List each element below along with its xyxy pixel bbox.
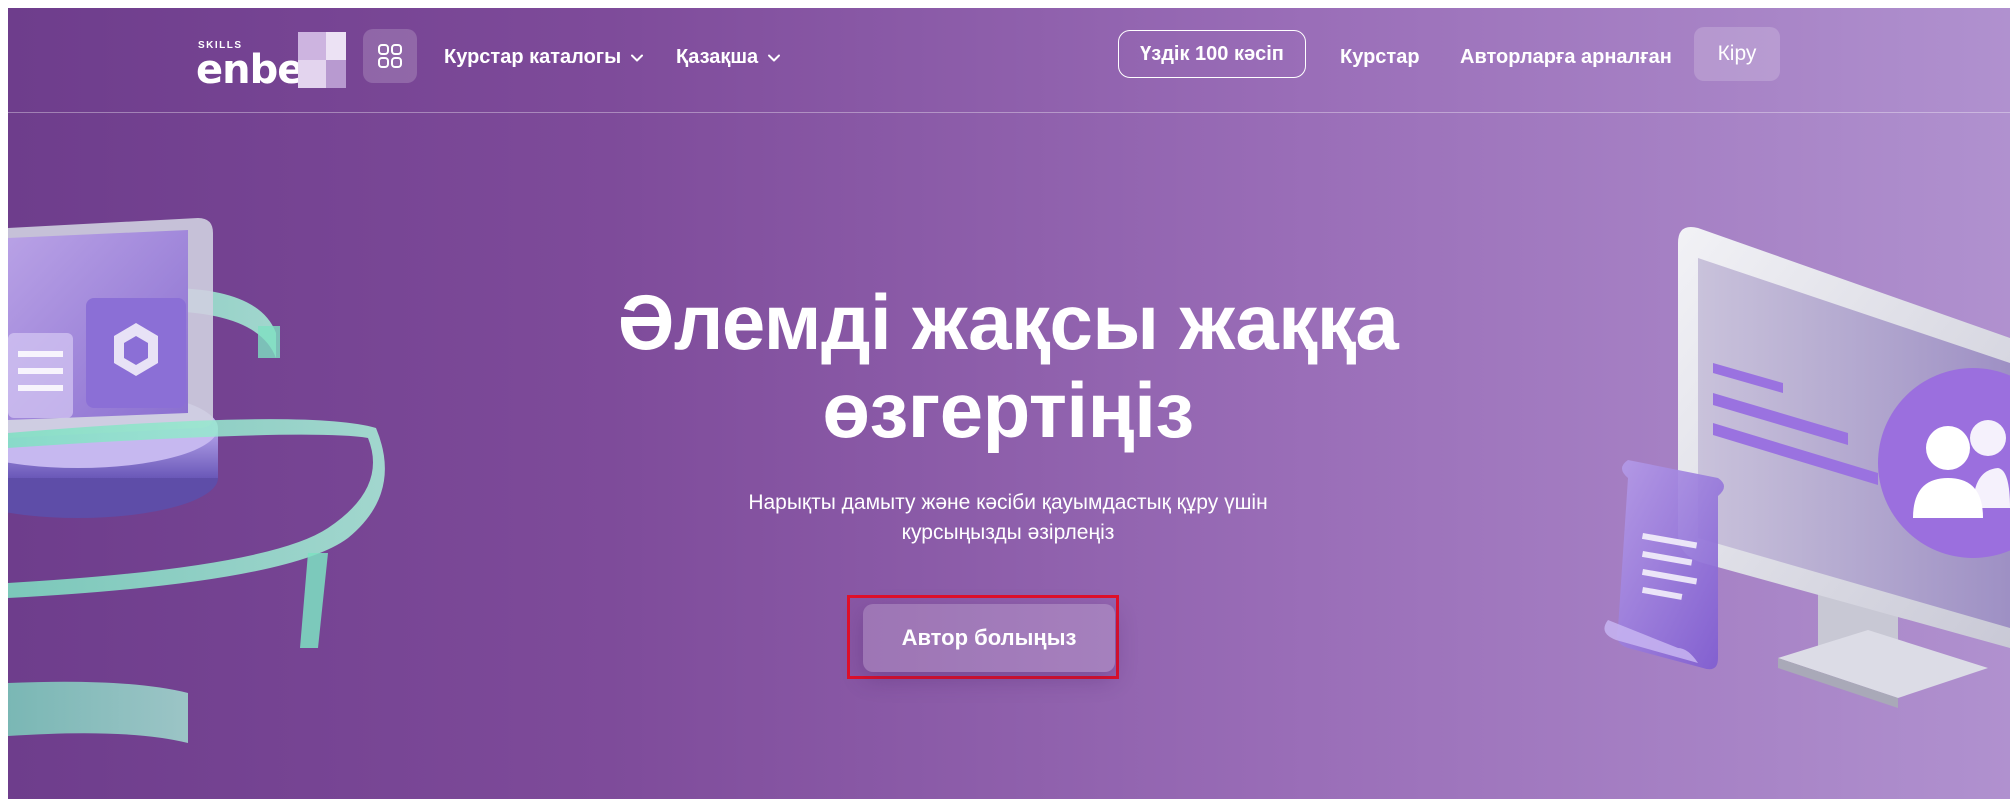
nav-courses-link[interactable]: Курстар xyxy=(1340,46,1420,69)
hero-title: Әлемді жақсы жаққа өзгертіңіз xyxy=(508,278,1508,454)
chevron-down-icon xyxy=(768,54,781,61)
right-3d-illustration xyxy=(1604,227,2010,708)
hero-title-line-1: Әлемді жақсы жаққа xyxy=(617,278,1399,366)
language-dropdown[interactable]: Қазақша xyxy=(676,46,782,69)
left-3d-illustration xyxy=(8,218,385,743)
top-100-professions-button[interactable]: Үздік 100 кәсіп xyxy=(1118,30,1306,78)
course-catalog-label: Курстар каталогы xyxy=(444,46,622,68)
hero-title-line-2: өзгертіңіз xyxy=(822,366,1194,454)
hero-subtitle: Нарықты дамыту және кәсіби қауымдастық қ… xyxy=(658,488,1358,548)
become-author-button[interactable]: Автор болыңыз xyxy=(863,604,1115,672)
chevron-down-icon xyxy=(631,54,644,61)
page-frame: SKILLS enbek Курстар каталогы Қазақша Үз… xyxy=(8,8,2010,807)
hero-subtitle-line-2: курсыңызды әзірлеңіз xyxy=(901,521,1115,544)
hero-subtitle-line-1: Нарықты дамыту және кәсіби қауымдастық қ… xyxy=(748,491,1268,514)
bottom-edge xyxy=(8,799,2010,807)
course-catalog-dropdown[interactable]: Курстар каталогы xyxy=(444,46,645,69)
language-label: Қазақша xyxy=(676,46,759,68)
